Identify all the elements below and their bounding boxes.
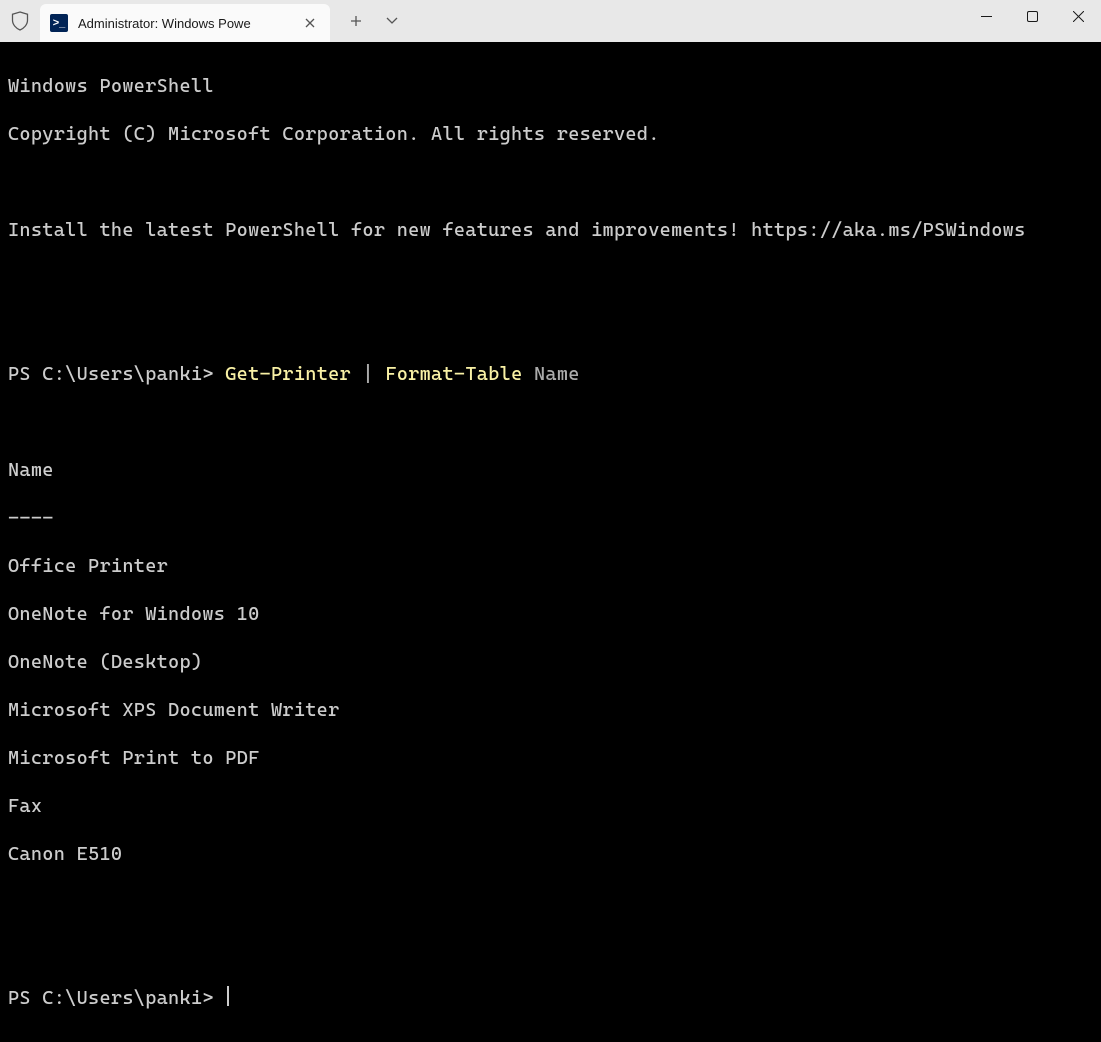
chevron-down-icon bbox=[386, 17, 398, 25]
close-icon bbox=[1073, 11, 1084, 22]
prompt-line: PS C:\Users\panki> Get-Printer | Format-… bbox=[8, 362, 1093, 386]
maximize-button[interactable] bbox=[1009, 0, 1055, 32]
app-shield-area bbox=[0, 0, 40, 42]
titlebar-left: >_ Administrator: Windows Powe bbox=[0, 0, 410, 42]
terminal-output[interactable]: Windows PowerShell Copyright (C) Microso… bbox=[0, 42, 1101, 1042]
blank-line bbox=[8, 170, 1093, 194]
table-row: OneNote for Windows 10 bbox=[8, 602, 1093, 626]
tab-dropdown-button[interactable] bbox=[374, 3, 410, 39]
table-header: Name bbox=[8, 458, 1093, 482]
blank-line bbox=[8, 314, 1093, 338]
banner-line: Copyright (C) Microsoft Corporation. All… bbox=[8, 122, 1093, 146]
table-row: Microsoft Print to PDF bbox=[8, 746, 1093, 770]
prompt-line: PS C:\Users\panki> bbox=[8, 986, 1093, 1010]
blank-line bbox=[8, 938, 1093, 962]
cursor bbox=[227, 986, 229, 1006]
tab-actions bbox=[338, 0, 410, 42]
new-tab-button[interactable] bbox=[338, 3, 374, 39]
cmdlet: Get-Printer bbox=[225, 363, 351, 385]
prompt-prefix: PS C:\Users\panki> bbox=[8, 363, 225, 385]
pipe: | bbox=[351, 363, 385, 385]
close-icon bbox=[305, 18, 315, 28]
table-row: OneNote (Desktop) bbox=[8, 650, 1093, 674]
cmdlet: Format-Table bbox=[385, 363, 522, 385]
install-msg-line: Install the latest PowerShell for new fe… bbox=[8, 218, 1093, 242]
blank-line bbox=[8, 890, 1093, 914]
maximize-icon bbox=[1027, 11, 1038, 22]
cmd-arg: Name bbox=[523, 363, 580, 385]
titlebar: >_ Administrator: Windows Powe bbox=[0, 0, 1101, 42]
table-row: Office Printer bbox=[8, 554, 1093, 578]
window-controls bbox=[963, 0, 1101, 32]
banner-line: Windows PowerShell bbox=[8, 74, 1093, 98]
minimize-icon bbox=[981, 11, 992, 22]
table-row: Microsoft XPS Document Writer bbox=[8, 698, 1093, 722]
blank-line bbox=[8, 266, 1093, 290]
close-window-button[interactable] bbox=[1055, 0, 1101, 32]
tab-close-button[interactable] bbox=[300, 13, 320, 33]
table-row: Canon E510 bbox=[8, 842, 1093, 866]
blank-line bbox=[8, 410, 1093, 434]
tab-title: Administrator: Windows Powe bbox=[78, 16, 290, 31]
minimize-button[interactable] bbox=[963, 0, 1009, 32]
tab-powershell[interactable]: >_ Administrator: Windows Powe bbox=[40, 4, 330, 42]
prompt-prefix: PS C:\Users\panki> bbox=[8, 987, 225, 1009]
plus-icon bbox=[350, 15, 362, 27]
powershell-icon: >_ bbox=[50, 14, 68, 32]
table-row: Fax bbox=[8, 794, 1093, 818]
table-divider: ---- bbox=[8, 506, 1093, 530]
shield-icon bbox=[11, 11, 29, 31]
